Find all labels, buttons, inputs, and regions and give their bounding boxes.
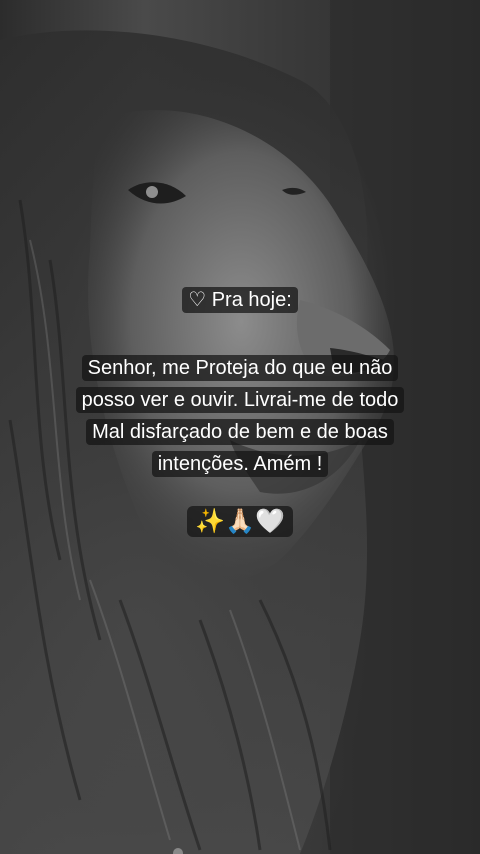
emoji-sticker: ✨🙏🏻🤍 xyxy=(0,505,480,539)
body-line-3: Mal disfarçado de bem e de boas xyxy=(86,419,394,445)
body-line-4: intenções. Amém ! xyxy=(151,451,329,477)
body-line-1: Senhor, me Proteja do que eu não xyxy=(81,355,399,381)
story-heading: ♡ Pra hoje: xyxy=(0,286,480,314)
scrub-handle[interactable] xyxy=(173,848,183,854)
heading-text: ♡ Pra hoje: xyxy=(182,287,298,313)
body-line-2: posso ver e ouvir. Livrai-me de todo xyxy=(75,387,405,413)
emoji-text: ✨🙏🏻🤍 xyxy=(187,506,293,537)
story-screen[interactable]: ♡ Pra hoje: Senhor, me Proteja do que eu… xyxy=(0,0,480,854)
story-body: Senhor, me Proteja do que eu não posso v… xyxy=(0,352,480,480)
